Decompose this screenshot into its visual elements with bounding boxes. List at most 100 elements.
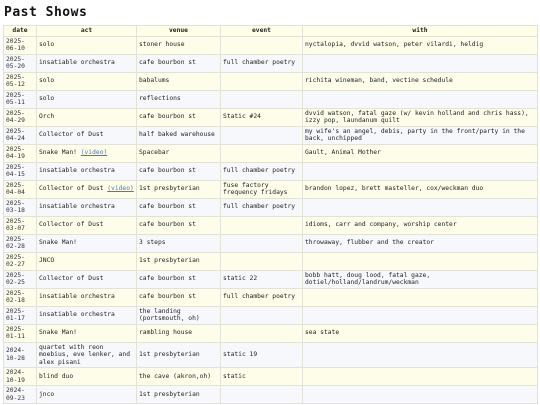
act-text: quartet with reon moebius, eve lenker, a… [39,343,130,366]
event-text: static [223,372,246,380]
table-row: 2025-02-28 Snake Man! 3 steps throwaway, fl… [3,233,538,253]
act-text: Collector of Dust [39,185,104,193]
table-header-row: date act venue event with [3,25,538,37]
cell-venue: cafe bourbon st [136,269,221,289]
cell-date: 2025-03-07 [3,215,37,235]
cell-event [220,125,303,145]
venue-text: cafe bourbon st [139,59,196,67]
act-text: blind duo [39,372,74,380]
date-text: 2025-03-18 [6,199,25,215]
table-row: 2025-04-29 Orch cafe bourbon st Static #24 d… [3,107,538,127]
cell-with: idioms, carr and company, worship center [302,215,538,235]
venue-text: half baked warehouse [139,131,215,139]
venue-text: cafe bourbon st [139,221,196,229]
shows-table: date act venue event with 2025-06-10 solo… [3,25,538,404]
with-text: my wife's an angel, debis, party in the … [305,127,525,143]
venue-text: 1st presbyterian [139,390,200,398]
venue-text: 1st presbyterian [139,351,200,358]
cell-act: insatiable orchestra [36,287,137,307]
header-event: event [220,25,303,37]
cell-with: bobb hatt, doug lood, fatal gaze, dotiel… [302,269,538,289]
cell-venue: reflections [136,89,221,109]
venue-text: rambling house [139,329,193,337]
cell-act: Snake Man! (video) [36,143,137,163]
act-text: insatiable orchestra [39,311,115,319]
cell-venue: cafe bourbon st [136,53,221,73]
cell-act: Collector of Dust [36,269,137,289]
cell-event [220,35,303,55]
cell-event [220,143,303,163]
cell-date: 2024-10-28 [3,341,37,368]
venue-text: 1st presbyterian [139,185,200,193]
cell-event: full chamber poetry [220,53,303,73]
cell-event: full chamber poetry [220,287,303,307]
cell-date: 2025-02-28 [3,233,37,253]
event-text: Static #24 [223,113,261,121]
cell-event [220,323,303,343]
cell-date: 2025-04-19 [3,143,37,163]
act-text: Collector of Dust [39,275,104,283]
venue-text: 1st presbyterian [139,257,200,265]
cell-venue: Spacebar [136,143,221,163]
act-text: JNCO [39,257,55,265]
cell-date: 2025-05-12 [3,71,37,91]
cell-date: 2025-02-18 [3,287,37,307]
cell-event [220,385,303,404]
video-link[interactable]: (video) [81,149,108,156]
cell-venue: cafe bourbon st [136,215,221,235]
table-row: 2024-10-19 blind duo the cave (akron,oh) st… [3,367,538,386]
cell-venue: cafe bourbon st [136,197,221,217]
with-text: richita wineman, band, vectine schedule [305,77,453,85]
cell-with: dvvid watson, fatal gaze (w/ kevin holla… [302,107,538,127]
cell-act: solo [36,35,137,55]
venue-text: Spacebar [139,149,170,157]
cell-date: 2025-01-11 [3,323,37,343]
date-text: 2025-05-12 [6,73,25,89]
table-row: 2025-02-25 Collector of Dust cafe bourbon … [3,269,538,289]
cell-event: full chamber poetry [220,161,303,181]
cell-act: Collector of Dust (video) [36,179,137,199]
act-text: insatiable orchestra [39,203,115,211]
table-row: 2025-04-04 Collector of Dust (video) 1st p… [3,179,538,199]
cell-venue: cafe bourbon st [136,287,221,307]
venue-text: cafe bourbon st [139,293,196,301]
cell-venue: cafe bourbon st [136,107,221,127]
act-text: solo [39,41,55,49]
cell-act: insatiable orchestra [36,53,137,73]
venue-text: the landing (portsmouth, oh) [139,307,200,323]
cell-venue: babalums [136,71,221,91]
cell-with [302,197,538,217]
cell-venue: 1st presbyterian [136,385,221,404]
venue-text: 3 steps [139,239,166,247]
event-text: static 19 [223,351,258,358]
act-text: insatiable orchestra [39,293,115,301]
page: Past Shows date act venue event with 202… [0,0,540,404]
act-text: Snake Man! [39,329,77,337]
date-text: 2025-01-11 [6,325,25,341]
with-text: Gault, Animal Mother [305,149,381,157]
table-row: 2025-04-19 Snake Man! (video) Spacebar Gaul… [3,143,538,163]
table-row: 2024-09-23 jnco 1st presbyterian [3,385,538,404]
date-text: 2025-01-17 [6,307,25,323]
cell-venue: the cave (akron,oh) [136,367,221,386]
table-body: 2025-06-10 solo stoner house nyctalopia, dv… [3,35,538,404]
date-text: 2025-04-29 [6,109,25,125]
venue-text: reflections [139,95,181,103]
event-text: fuse factory frequency fridays [223,181,288,197]
cell-date: 2025-05-11 [3,89,37,109]
cell-act: JNCO [36,251,137,271]
date-text: 2025-02-18 [6,289,25,305]
date-text: 2025-05-11 [6,91,25,107]
cell-act: Collector of Dust [36,125,137,145]
with-text: nyctalopia, dvvid watson, peter vilardi,… [305,41,484,49]
venue-text: cafe bourbon st [139,167,196,175]
date-text: 2025-05-20 [6,55,25,71]
video-link[interactable]: (video) [107,185,134,192]
table-row: 2025-02-18 insatiable orchestra cafe bourb… [3,287,538,307]
with-text: throwaway, flubber and the creator [305,239,434,247]
date-text: 2024-10-28 [6,347,25,362]
cell-venue: 3 steps [136,233,221,253]
event-text: full chamber poetry [223,293,296,301]
date-text: 2025-04-19 [6,145,25,161]
table-row: 2025-05-20 insatiable orchestra cafe bourb… [3,53,538,73]
